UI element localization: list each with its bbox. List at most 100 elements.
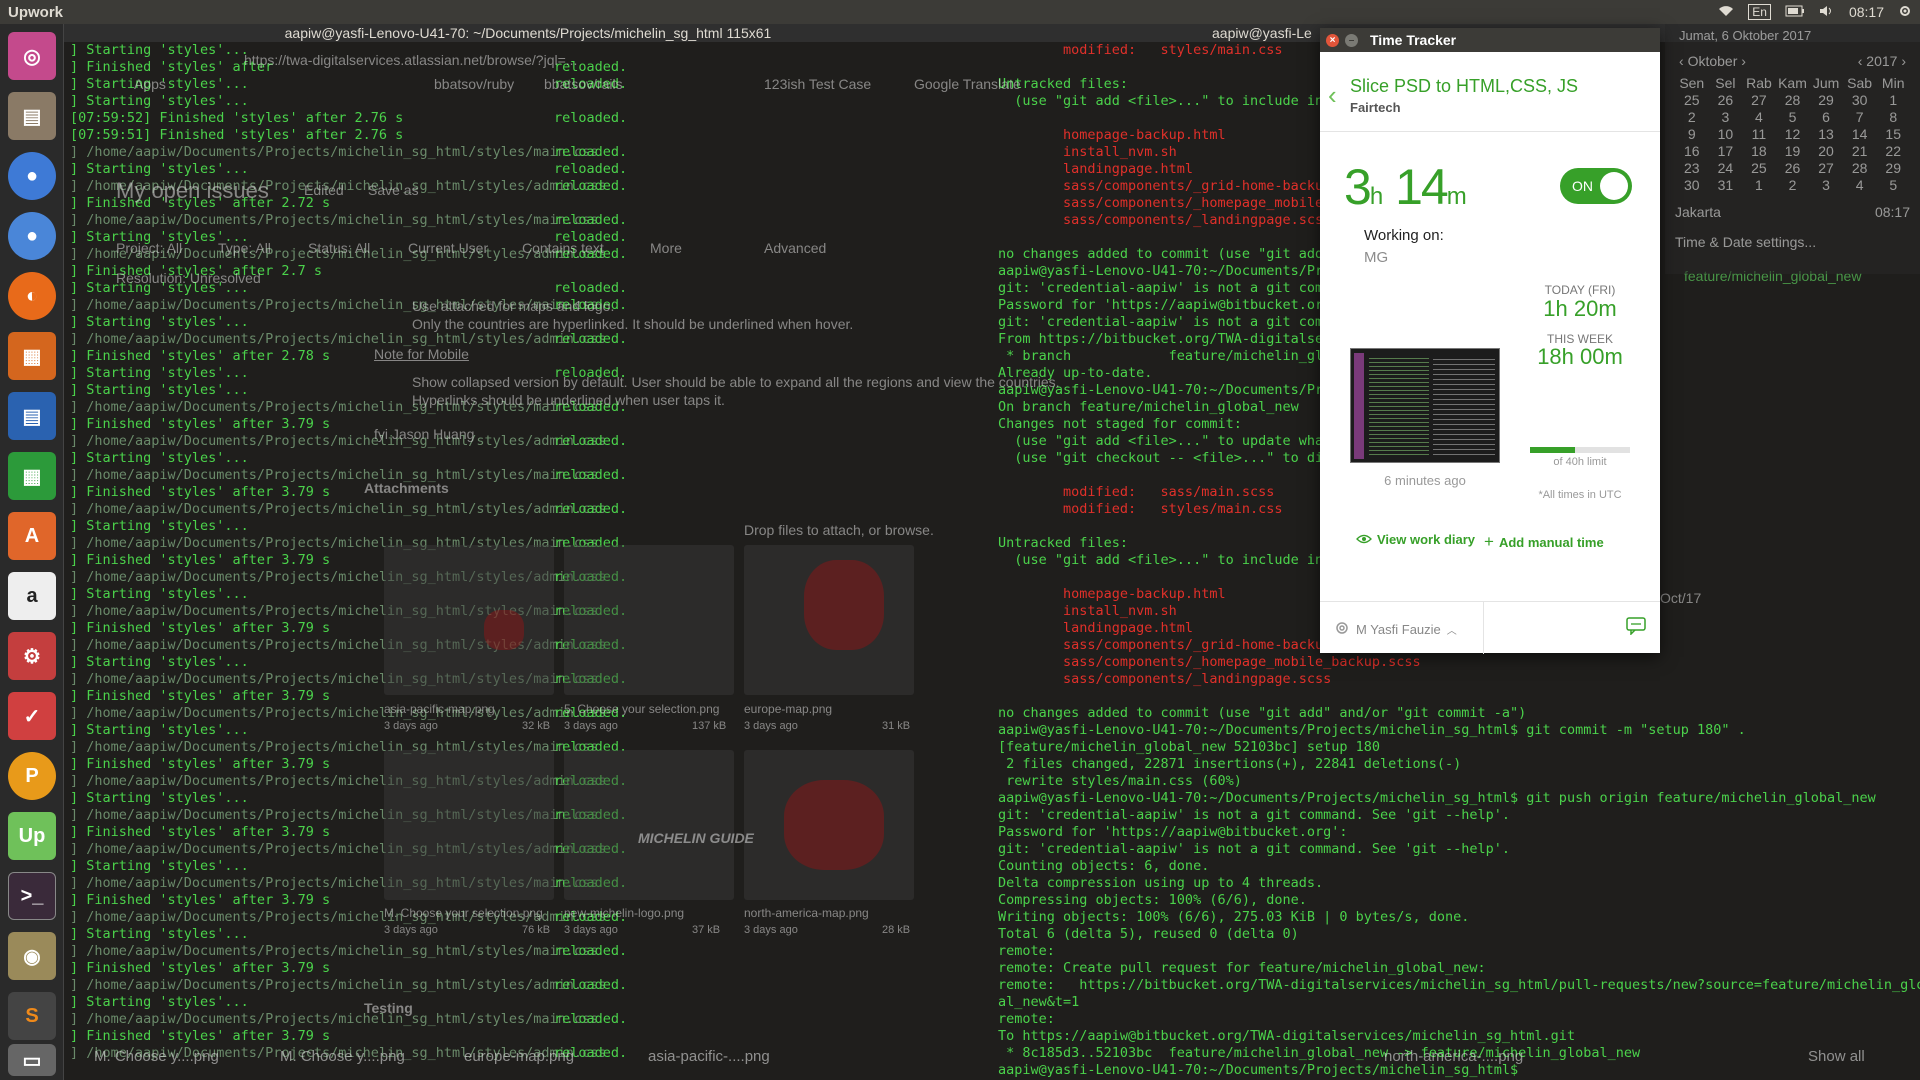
pgadmin-icon[interactable]: P [8,752,56,800]
calendar-day[interactable]: 7 [1843,109,1877,126]
chevron-right-icon[interactable]: › [1897,53,1906,69]
screenshot-age: 6 minutes ago [1384,473,1466,488]
calendar-day[interactable]: 31 [1709,177,1743,194]
add-manual-time-link[interactable]: + Add manual time [1484,532,1604,552]
wifi-icon[interactable] [1718,4,1734,20]
view-work-diary-link[interactable]: View work diary [1356,532,1475,547]
gear-icon [1334,620,1350,639]
calendar-day[interactable]: 29 [1876,160,1910,177]
terminal-line-text: ] Starting 'styles'... [70,76,249,92]
download-item[interactable]: M. Choose y....png [94,1048,219,1065]
terminal-left[interactable]: aapiw@yasfi-Lenovo-U41-70: ~/Documents/P… [64,24,992,1080]
image-viewer-icon[interactable]: ◉ [8,932,56,980]
document-viewer-icon[interactable]: ▦ [8,332,56,380]
calendar-day[interactable]: 28 [1843,160,1877,177]
calendar-day[interactable]: 22 [1876,143,1910,160]
writer-icon[interactable]: ▤ [8,392,56,440]
chevron-left-icon[interactable]: ‹ [1858,53,1867,69]
calendar-day[interactable]: 2 [1675,109,1709,126]
battery-icon[interactable] [1785,4,1805,20]
tracking-toggle[interactable]: ON [1560,168,1632,204]
calendar-day[interactable]: 24 [1709,160,1743,177]
download-item[interactable]: europe-map.png [464,1048,574,1065]
task-title[interactable]: Slice PSD to HTML,CSS, JS [1350,76,1578,97]
terminal-line-status: reloaded. [554,977,628,993]
calendar-day[interactable]: 26 [1776,160,1810,177]
calendar-day[interactable]: 10 [1709,126,1743,143]
terminal-line-status: reloaded. [554,331,628,347]
terminal-line-status: reloaded. [554,178,628,194]
download-item[interactable]: north-america-....png [1384,1048,1523,1065]
calendar-day[interactable]: 8 [1876,109,1910,126]
calendar-day[interactable]: 2 [1776,177,1810,194]
calendar-day[interactable]: 30 [1675,177,1709,194]
calendar-day[interactable]: 4 [1742,109,1776,126]
download-item[interactable]: M. Choose y....png [280,1048,405,1065]
user-menu[interactable]: M Yasfi Fauzie ︿ [1334,620,1457,639]
download-item[interactable]: asia-pacific-....png [648,1048,770,1065]
calendar-day[interactable]: 18 [1742,143,1776,160]
terminal-line-status: reloaded. [554,297,628,313]
calendar-day[interactable]: 30 [1843,92,1877,109]
calendar-day[interactable]: 17 [1709,143,1743,160]
calendar-day[interactable]: 3 [1709,109,1743,126]
software-center-icon[interactable]: A [8,512,56,560]
close-icon[interactable]: × [1326,33,1339,47]
show-all-downloads-button[interactable]: Show all [1808,1048,1865,1065]
clock[interactable]: 08:17 [1849,4,1884,20]
calendar-day[interactable]: 13 [1809,126,1843,143]
calendar-day[interactable]: 12 [1776,126,1810,143]
latest-screenshot-thumbnail[interactable] [1350,348,1500,463]
calc-icon[interactable]: ▦ [8,452,56,500]
chevron-right-icon[interactable]: › [1737,53,1746,69]
keyboard-layout-indicator[interactable]: En [1748,4,1771,20]
calendar-day[interactable]: 11 [1742,126,1776,143]
calendar-day[interactable]: 16 [1675,143,1709,160]
sublime-icon[interactable]: S [8,992,56,1040]
memo-field[interactable]: MG [1364,249,1388,266]
calendar-day[interactable]: 23 [1675,160,1709,177]
calendar-day[interactable]: 5 [1876,177,1910,194]
terminal-icon[interactable]: >_ [8,872,56,920]
calendar-day[interactable]: 19 [1776,143,1810,160]
calendar-day[interactable]: 29 [1809,92,1843,109]
ubuntu-icon[interactable]: ◎ [8,32,56,80]
calendar-day[interactable]: 28 [1776,92,1810,109]
calendar-day[interactable]: 27 [1809,160,1843,177]
files-icon[interactable]: ▤ [8,92,56,140]
calendar-day[interactable]: 9 [1675,126,1709,143]
minimize-icon[interactable]: – [1345,33,1358,47]
calendar-day[interactable]: 25 [1742,160,1776,177]
chrome-icon[interactable]: ● [8,152,56,200]
system-gear-icon[interactable] [1898,4,1912,21]
firefox-icon[interactable]: ◐ [8,272,56,320]
upwork-icon[interactable]: Up [8,812,56,860]
terminal-line: ] Starting 'styles'... [64,858,992,875]
calendar-day[interactable]: 6 [1809,109,1843,126]
chat-icon[interactable] [1626,617,1646,640]
calendar-day[interactable]: 15 [1876,126,1910,143]
calendar-day[interactable]: 5 [1776,109,1810,126]
calendar-day[interactable]: 27 [1742,92,1776,109]
calendar-day[interactable]: 25 [1675,92,1709,109]
volume-icon[interactable] [1819,4,1835,20]
calendar-day[interactable]: 3 [1809,177,1843,194]
calendar-day[interactable]: 1 [1742,177,1776,194]
settings-icon[interactable]: ⚙ [8,632,56,680]
trash-icon[interactable]: ▭ [8,1044,56,1076]
search-tool-icon[interactable]: ✓ [8,692,56,740]
calendar-day[interactable]: 14 [1843,126,1877,143]
calendar-day[interactable]: 21 [1843,143,1877,160]
calendar-day[interactable]: 20 [1809,143,1843,160]
calendar-day[interactable]: 26 [1709,92,1743,109]
calendar-year[interactable]: ‹ 2017 › [1858,53,1906,69]
time-date-settings-link[interactable]: Time & Date settings... [1665,220,1920,264]
calendar-day[interactable]: 4 [1843,177,1877,194]
chevron-left-icon[interactable]: ‹ [1328,82,1337,108]
chromium-icon[interactable]: ● [8,212,56,260]
chevron-left-icon[interactable]: ‹ [1679,53,1688,69]
amazon-icon[interactable]: a [8,572,56,620]
calendar-day[interactable]: 1 [1876,92,1910,109]
terminal-line: ] /home/aapiw/Documents/Projects/micheli… [64,1011,992,1028]
calendar-month[interactable]: ‹ Oktober › [1679,53,1746,69]
